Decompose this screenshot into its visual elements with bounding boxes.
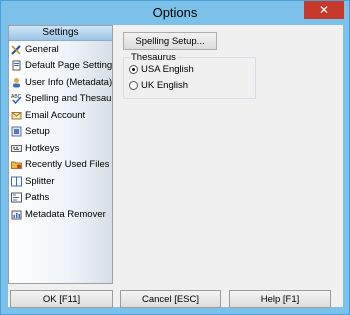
setup-icon [11,126,22,137]
metadata-remover-icon [11,210,22,220]
usa-english-option[interactable]: USA English [129,64,194,75]
sidebar-item-default-page-settings[interactable]: Default Page Settings [9,58,112,75]
keyboard-icon [11,144,22,152]
sidebar-item-label: Metadata Remover [25,208,106,220]
sidebar-item-label: Setup [25,126,50,138]
sidebar-item-recently-used-files[interactable]: Recently Used Files [9,157,112,174]
spelling-setup-button[interactable]: Spelling Setup... [123,32,217,50]
usa-english-label: USA English [141,64,194,75]
sidebar-item-label: Paths [25,192,50,204]
sidebar-item-hotkeys[interactable]: Hotkeys [9,140,112,157]
sidebar-item-email-account[interactable]: Email Account [9,107,112,124]
folder-icon [11,161,22,170]
abc-check-icon: ABC [11,94,22,105]
sidebar-item-label: Recently Used Files [25,159,110,171]
sidebar-item-label: Splitter [25,175,55,187]
page-settings-icon [12,60,21,71]
envelope-icon [11,111,22,120]
uk-english-label: UK English [141,80,188,91]
sidebar-item-label: General [25,43,59,55]
sidebar-item-metadata-remover[interactable]: Metadata Remover [9,206,112,223]
dialog-client-area: Settings General Default Page Settings U… [8,25,343,308]
usa-english-radio[interactable] [129,65,138,74]
sidebar-item-label: Spelling and Thesaurus [25,93,112,105]
thesaurus-group: Thesaurus USA English UK English [123,52,256,99]
sidebar-item-label: Email Account [25,109,86,121]
title-bar: Options ✕ [1,1,349,25]
sidebar-item-general[interactable]: General [9,41,112,58]
help-button[interactable]: Help [F1] [229,290,331,308]
sidebar-item-label: User Info (Metadata) [25,76,112,88]
thesaurus-legend: Thesaurus [130,52,177,63]
close-icon: ✕ [318,3,330,17]
sidebar-item-label: Hotkeys [25,142,60,154]
settings-sidebar: Settings General Default Page Settings U… [8,25,113,284]
spelling-settings-panel: Spelling Setup... Thesaurus USA English … [118,25,343,284]
sidebar-item-setup[interactable]: Setup [9,124,112,141]
splitter-icon [11,176,22,187]
sidebar-item-user-info[interactable]: User Info (Metadata) [9,74,112,91]
sidebar-item-paths[interactable]: Paths [9,190,112,207]
uk-english-radio[interactable] [129,81,138,90]
sidebar-item-spelling-thesaurus[interactable]: ABC Spelling and Thesaurus [9,91,112,108]
sidebar-item-splitter[interactable]: Splitter [9,173,112,190]
options-window: Options ✕ Settings General Default Page … [0,0,350,315]
user-icon [13,77,20,88]
window-title: Options [152,5,198,20]
sidebar-item-label: Default Page Settings [25,60,112,72]
wrench-ruler-icon [11,45,21,55]
ok-button[interactable]: OK [F11] [10,290,113,308]
cancel-button[interactable]: Cancel [ESC] [120,290,221,308]
close-button[interactable]: ✕ [304,1,344,19]
sidebar-header: Settings [9,26,112,41]
uk-english-option[interactable]: UK English [129,80,188,91]
paths-icon [11,192,22,203]
